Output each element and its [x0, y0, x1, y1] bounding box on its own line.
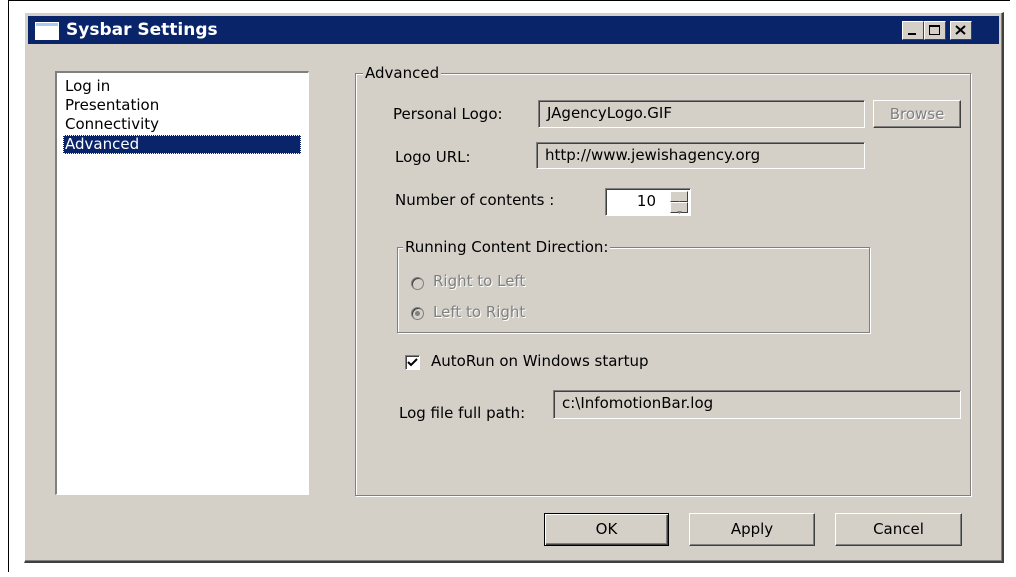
- list-item-advanced[interactable]: Advanced: [63, 135, 301, 154]
- radio-right-to-left[interactable]: [411, 277, 424, 290]
- logo-url-field[interactable]: http://www.jewishagency.org: [536, 142, 865, 169]
- personal-logo-field[interactable]: JAgencyLogo.GIF: [538, 100, 865, 128]
- radio-left-to-right-label: Left to Right: [433, 303, 526, 321]
- autorun-label: AutoRun on Windows startup: [431, 352, 649, 370]
- logfile-field[interactable]: c:\InfomotionBar.log: [553, 390, 961, 419]
- radio-left-to-right[interactable]: [411, 307, 424, 320]
- num-contents-spinner[interactable]: 10: [605, 188, 691, 216]
- cancel-button[interactable]: Cancel: [835, 513, 962, 546]
- ok-button[interactable]: OK: [544, 513, 669, 546]
- num-contents-label: Number of contents :: [395, 191, 555, 209]
- list-item-presentation[interactable]: Presentation: [63, 96, 159, 115]
- window-title: Sysbar Settings: [66, 20, 218, 40]
- radio-right-to-left-label: Right to Left: [433, 272, 526, 290]
- close-icon: [955, 25, 966, 35]
- maximize-icon: [929, 25, 940, 35]
- settings-window: Sysbar Settings Log in Presentation Conn…: [24, 12, 1004, 563]
- maximize-button[interactable]: [924, 21, 946, 40]
- list-item-connectivity[interactable]: Connectivity: [63, 115, 159, 134]
- logfile-label: Log file full path:: [399, 404, 526, 422]
- logo-url-label: Logo URL:: [395, 148, 471, 166]
- apply-button[interactable]: Apply: [689, 513, 815, 546]
- minimize-button[interactable]: [902, 21, 924, 40]
- spin-down-button[interactable]: [670, 202, 688, 214]
- checkmark-icon: [407, 358, 418, 367]
- num-contents-value: 10: [636, 192, 656, 210]
- title-bar[interactable]: Sysbar Settings: [28, 16, 999, 44]
- personal-logo-label: Personal Logo:: [393, 105, 503, 123]
- arrow-down-icon: [677, 211, 682, 214]
- category-list[interactable]: Log in Presentation Connectivity Advance…: [55, 71, 309, 495]
- direction-group-label: Running Content Direction:: [403, 238, 611, 256]
- close-button[interactable]: [950, 21, 972, 40]
- list-item-log-in[interactable]: Log in: [63, 77, 110, 96]
- browse-button[interactable]: Browse: [873, 100, 961, 128]
- advanced-group-label: Advanced: [363, 64, 442, 82]
- minimize-icon: [908, 33, 916, 35]
- app-icon: [35, 22, 59, 40]
- spin-up-button[interactable]: [670, 191, 688, 204]
- autorun-checkbox[interactable]: [405, 355, 420, 370]
